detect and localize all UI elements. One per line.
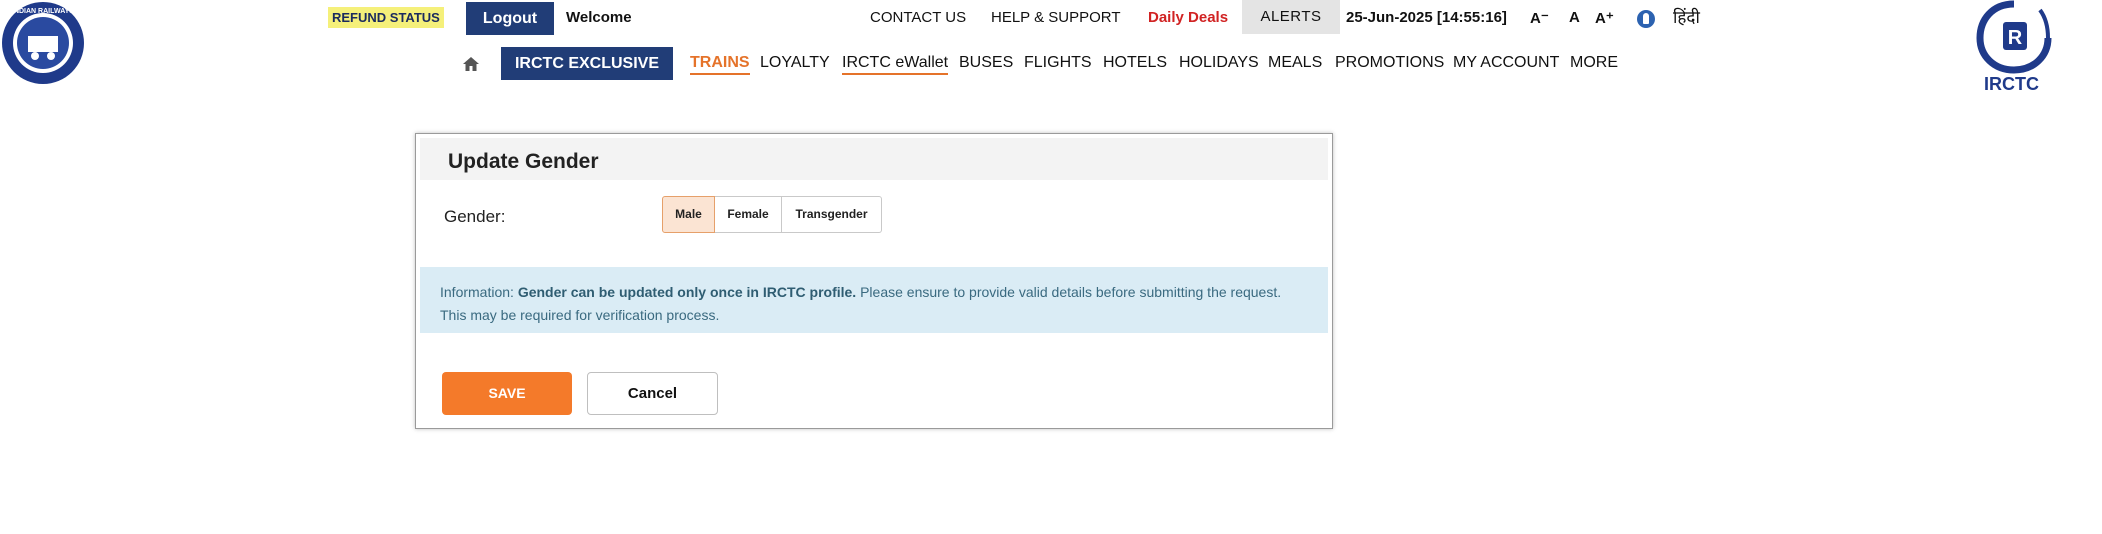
gender-label: Gender: (444, 207, 506, 226)
info-prefix: Information: (440, 284, 518, 300)
nav-holidays[interactable]: HOLIDAYS (1179, 54, 1259, 72)
home-icon[interactable] (462, 56, 480, 72)
irctc-exclusive-button[interactable]: IRCTC EXCLUSIVE (501, 47, 673, 80)
nav-hotels[interactable]: HOTELS (1103, 54, 1167, 72)
information-notice: Information: Gender can be updated only … (420, 267, 1328, 333)
dialog-header: Update Gender (420, 138, 1328, 180)
nav-promotions[interactable]: PROMOTIONS (1335, 54, 1444, 72)
logout-button[interactable]: Logout (466, 2, 554, 35)
gender-option-male[interactable]: Male (662, 196, 715, 233)
refund-status-link[interactable]: REFUND STATUS (328, 7, 444, 28)
gender-option-transgender[interactable]: Transgender (782, 196, 882, 233)
daily-deals-link[interactable]: Daily Deals (1148, 9, 1228, 26)
nav-my-account[interactable]: MY ACCOUNT (1453, 54, 1559, 72)
gender-option-female[interactable]: Female (715, 196, 782, 233)
accessibility-icon[interactable] (1637, 10, 1655, 28)
help-support-link[interactable]: HELP & SUPPORT (991, 9, 1121, 26)
font-decrease-button[interactable]: A⁻ (1530, 9, 1549, 27)
irctc-logo: R IRCTC (1976, 0, 2052, 96)
nav-more[interactable]: MORE (1570, 54, 1618, 72)
hindi-language-link[interactable]: हिंदी (1673, 5, 1700, 28)
alerts-button[interactable]: ALERTS (1242, 0, 1340, 34)
welcome-text: Welcome (566, 9, 632, 26)
font-normal-button[interactable]: A (1569, 9, 1580, 26)
nav-meals[interactable]: MEALS (1268, 54, 1322, 72)
dialog-title: Update Gender (448, 150, 599, 173)
nav-irctc-ewallet[interactable]: IRCTC eWallet (842, 54, 949, 75)
irctc-logo-text: IRCTC (1984, 74, 2039, 94)
cancel-button[interactable]: Cancel (587, 372, 718, 415)
nav-flights[interactable]: FLIGHTS (1024, 54, 1092, 72)
update-gender-dialog: Update Gender Gender: Male Female Transg… (415, 133, 1333, 429)
svg-text:R: R (2008, 27, 2023, 49)
nav-loyalty[interactable]: LOYALTY (760, 54, 830, 72)
nav-trains[interactable]: TRAINS (690, 54, 750, 75)
top-utility-bar: REFUND STATUS Logout Welcome CONTACT US … (0, 0, 1720, 36)
nav-buses[interactable]: BUSES (959, 54, 1013, 72)
server-datetime: 25-Jun-2025 [14:55:16] (1346, 9, 1507, 26)
font-increase-button[interactable]: A⁺ (1595, 9, 1614, 27)
contact-us-link[interactable]: CONTACT US (870, 9, 966, 26)
info-bold-text: Gender can be updated only once in IRCTC… (517, 284, 857, 300)
save-button[interactable]: SAVE (442, 372, 572, 415)
